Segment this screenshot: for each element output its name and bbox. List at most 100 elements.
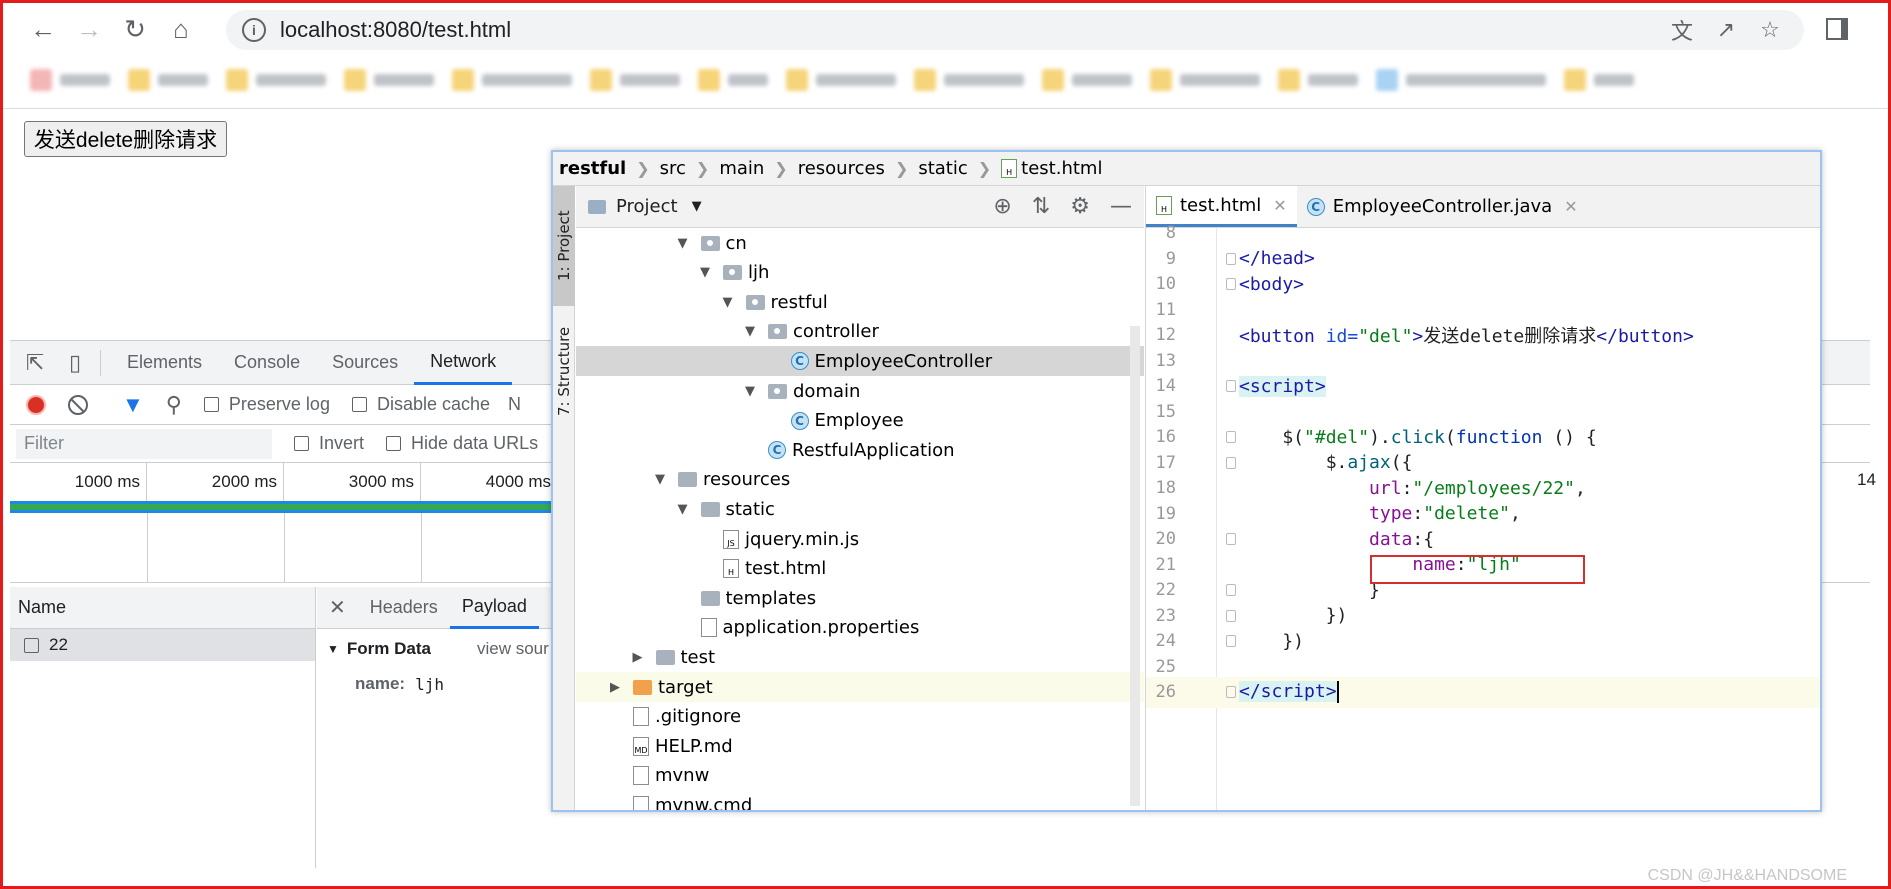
collapse-arrow-icon[interactable]: ▶	[607, 680, 623, 695]
locate-icon[interactable]: ⊕	[993, 194, 1011, 219]
url-text[interactable]: localhost:8080/test.html	[280, 17, 511, 43]
home-icon[interactable]: ⌂	[158, 6, 204, 52]
bookmark-item[interactable]	[1150, 69, 1260, 91]
code-area[interactable]: 8 9 </head> 10 <body> 11 12 <button id="del">发送…	[1146, 223, 1820, 810]
bookmark-item[interactable]	[786, 69, 896, 91]
name-column-header[interactable]: Name	[10, 587, 315, 629]
bookmark-item[interactable]	[914, 69, 1024, 91]
expand-arrow-icon[interactable]: ▼	[742, 324, 758, 339]
tree-item[interactable]: ▼ cn	[576, 228, 1144, 258]
bookmark-item[interactable]	[698, 69, 768, 91]
search-icon[interactable]: ⚲	[166, 392, 182, 418]
share-icon[interactable]: ↗	[1712, 16, 1740, 44]
bookmark-item[interactable]	[452, 69, 572, 91]
expand-arrow-icon[interactable]: ▼	[720, 295, 736, 310]
fold-marker-icon[interactable]	[1226, 533, 1236, 546]
back-icon[interactable]: ←	[20, 6, 66, 52]
invert-checkbox[interactable]: Invert	[294, 433, 364, 454]
tree-item[interactable]: ▼ resources	[576, 465, 1144, 495]
filter-input[interactable]: Filter	[16, 428, 272, 459]
bookmark-item[interactable]	[590, 69, 680, 91]
preserve-log-checkbox[interactable]: Preserve log	[203, 394, 330, 415]
throttle-select[interactable]: N	[508, 394, 521, 415]
collapse-arrow-icon[interactable]: ▶	[630, 650, 646, 665]
fold-marker-icon[interactable]	[1226, 431, 1236, 444]
fold-marker-icon[interactable]	[1226, 686, 1236, 699]
fold-marker-icon[interactable]	[1226, 584, 1236, 597]
side-panel-icon[interactable]	[1826, 18, 1848, 40]
breadcrumb-item[interactable]: static ❯	[918, 158, 1001, 179]
breadcrumb-item[interactable]: main ❯	[719, 158, 797, 179]
tab-sources[interactable]: Sources	[316, 341, 414, 385]
fold-marker-icon[interactable]	[1226, 456, 1236, 469]
bookmark-star-icon[interactable]: ☆	[1756, 16, 1784, 44]
reload-icon[interactable]: ↻	[112, 6, 158, 52]
tree-item[interactable]: C EmployeeController	[576, 346, 1144, 377]
send-delete-button[interactable]: 发送delete删除请求	[24, 121, 227, 157]
clear-icon[interactable]	[68, 394, 88, 415]
expand-arrow-icon[interactable]: ▼	[652, 472, 668, 487]
tab-elements[interactable]: Elements	[111, 341, 218, 385]
forward-icon[interactable]: →	[66, 6, 112, 52]
checkbox-box[interactable]	[351, 397, 367, 412]
tree-item[interactable]: ▼ ljh	[576, 258, 1144, 288]
tree-item[interactable]: templates	[576, 583, 1144, 613]
bookmark-item[interactable]	[1042, 69, 1132, 91]
close-icon[interactable]: ✕	[1273, 196, 1286, 215]
bookmark-item[interactable]	[1564, 69, 1634, 91]
structure-tool-tab[interactable]: 7: Structure	[553, 316, 575, 426]
chevron-down-icon[interactable]: ▼	[692, 199, 702, 214]
tree-item[interactable]: JS jquery.min.js	[576, 524, 1144, 554]
breadcrumb-item[interactable]: src ❯	[660, 158, 720, 179]
close-icon[interactable]: ✕	[329, 595, 346, 620]
tree-item[interactable]: MD HELP.md	[576, 731, 1144, 761]
tree-item[interactable]: ▶ target	[576, 672, 1144, 702]
tree-item[interactable]: ▼ domain	[576, 376, 1144, 406]
form-data-section[interactable]: ▼ Form Data view sour	[317, 629, 557, 669]
tree-item[interactable]: ▼ static	[576, 494, 1144, 524]
close-icon[interactable]: ✕	[1564, 197, 1577, 216]
fold-marker-icon[interactable]	[1226, 252, 1236, 265]
checkbox-box[interactable]	[203, 397, 219, 412]
tab-payload[interactable]: Payload	[449, 587, 539, 629]
expand-arrow-icon[interactable]: ▼	[675, 502, 691, 517]
checkbox-box[interactable]	[386, 436, 402, 451]
tree-item[interactable]: application.properties	[576, 613, 1144, 643]
request-row[interactable]: 22	[10, 629, 315, 661]
tree-item[interactable]: mvnw	[576, 761, 1144, 791]
project-tool-tab[interactable]: 1: Project	[553, 186, 575, 306]
tree-item[interactable]: C Employee	[576, 406, 1144, 436]
device-toolbar-icon[interactable]: ▯	[60, 348, 90, 378]
collapse-all-icon[interactable]: ⇅	[1032, 194, 1050, 219]
tree-item[interactable]: ▼ controller	[576, 317, 1144, 347]
tab-network[interactable]: Network	[414, 341, 513, 385]
scrollbar[interactable]	[1130, 326, 1140, 806]
fold-marker-icon[interactable]	[1226, 635, 1236, 648]
bookmark-item[interactable]	[30, 69, 110, 91]
tab-headers[interactable]: Headers	[358, 587, 450, 629]
breadcrumb-item[interactable]: Htest.html	[1001, 158, 1102, 179]
filter-icon[interactable]: ▼	[122, 392, 144, 418]
fold-marker-icon[interactable]	[1226, 380, 1236, 393]
bookmark-item[interactable]	[1376, 69, 1546, 91]
bookmark-item[interactable]	[344, 69, 434, 91]
disable-cache-checkbox[interactable]: Disable cache	[351, 394, 490, 415]
translate-icon[interactable]: 文	[1668, 16, 1696, 44]
bookmark-item[interactable]	[226, 69, 326, 91]
breadcrumb-item[interactable]: resources ❯	[798, 158, 919, 179]
tree-item[interactable]: mvnw.cmd	[576, 790, 1144, 810]
bookmark-item[interactable]	[1278, 69, 1358, 91]
record-icon[interactable]	[26, 394, 46, 415]
code-line[interactable]: 26 </script>	[1146, 677, 1820, 708]
minimize-icon[interactable]: —	[1110, 194, 1132, 219]
info-icon[interactable]: i	[242, 18, 266, 42]
expand-arrow-icon[interactable]: ▼	[675, 236, 691, 251]
expand-arrow-icon[interactable]: ▼	[742, 384, 758, 399]
hide-data-urls-checkbox[interactable]: Hide data URLs	[386, 433, 538, 454]
view-source-link[interactable]: view sour	[477, 639, 549, 659]
tab-console[interactable]: Console	[218, 341, 316, 385]
expand-arrow-icon[interactable]: ▼	[697, 265, 713, 280]
tree-item[interactable]: Htest.html	[576, 554, 1144, 584]
gear-icon[interactable]: ⚙	[1070, 194, 1090, 219]
address-bar[interactable]: i localhost:8080/test.html 文 ↗ ☆	[226, 10, 1804, 50]
